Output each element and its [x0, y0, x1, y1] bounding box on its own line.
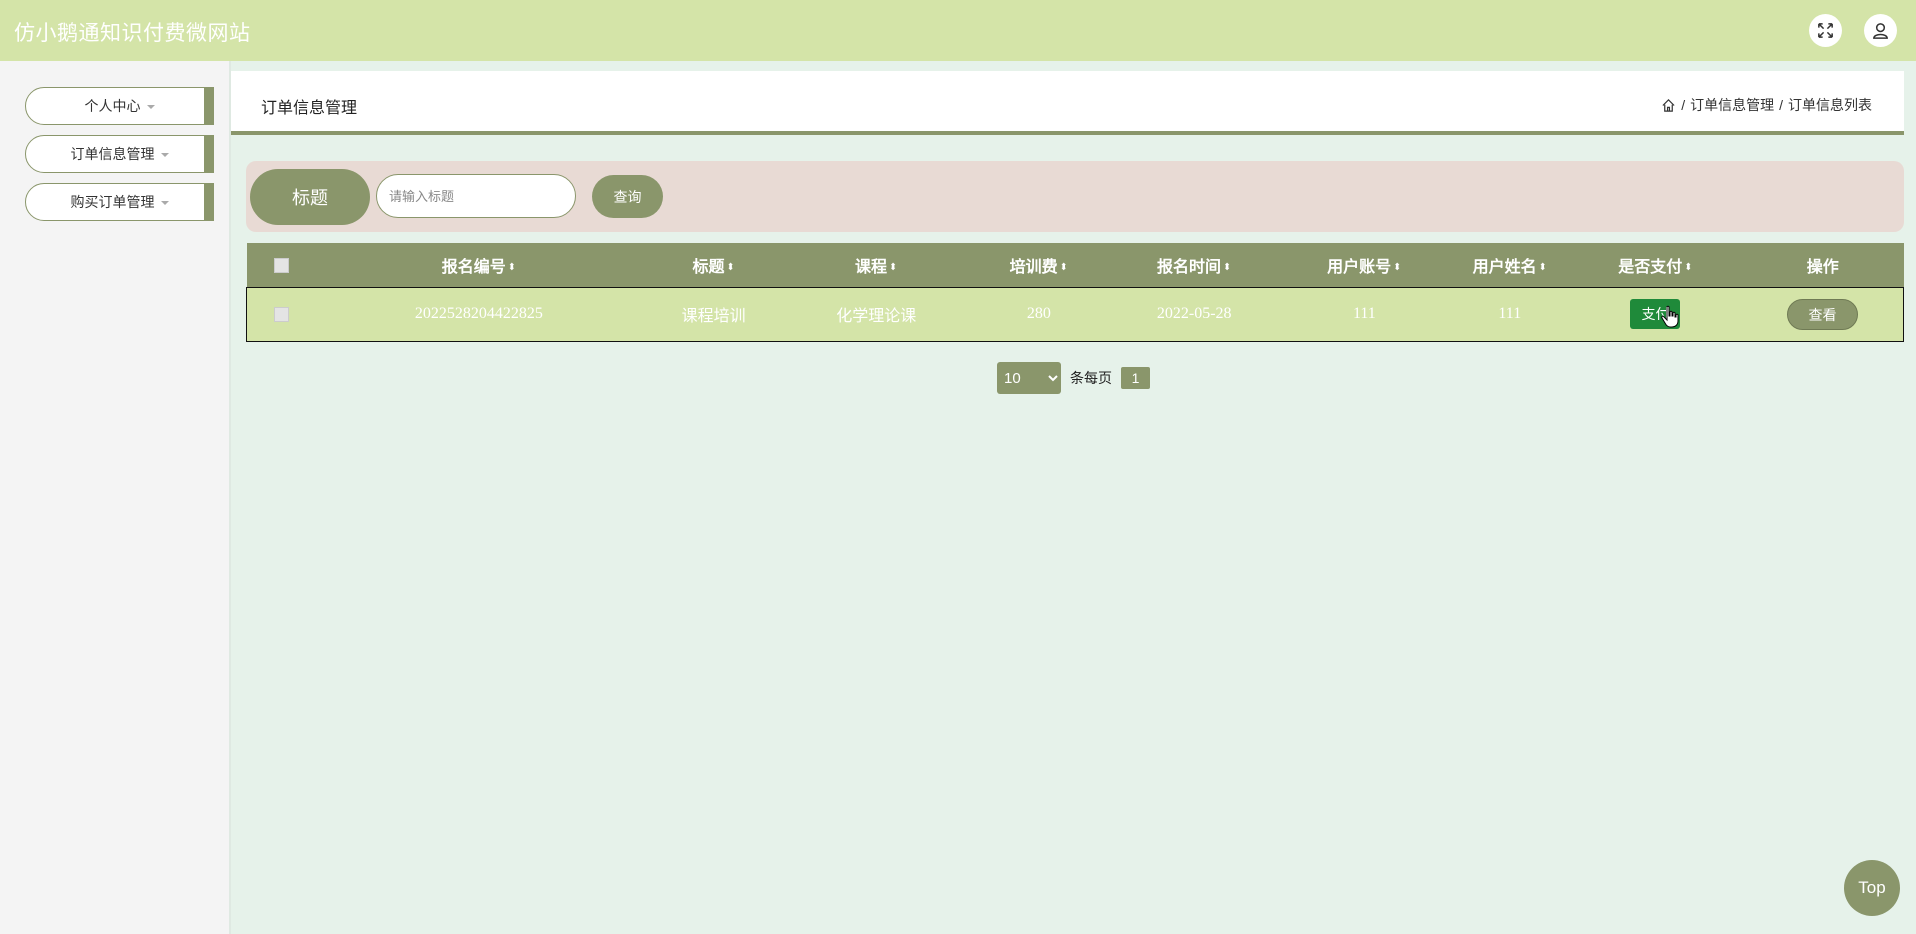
column-header[interactable]: 用户姓名 ⬍	[1451, 243, 1569, 287]
breadcrumb: / 订单信息管理 / 订单信息列表	[1661, 95, 1872, 115]
view-button[interactable]: 查看	[1786, 298, 1858, 330]
cell-date: 2022-05-28	[1110, 286, 1279, 342]
sidebar-item-label: 订单信息管理	[70, 146, 155, 162]
column-header-label: 用户账号	[1327, 258, 1392, 276]
hand-cursor-icon	[1661, 305, 1679, 328]
column-header-label: 是否支付	[1618, 258, 1683, 276]
page-title: 订单信息管理	[261, 100, 358, 117]
site-title: 仿小鹅通知识付费微网站	[14, 21, 251, 45]
column-header-label: 操作	[1806, 258, 1839, 276]
sidebar-item-order-info[interactable]: 订单信息管理	[25, 135, 214, 173]
user-icon[interactable]	[1864, 14, 1897, 47]
column-header-label: 培训费	[1009, 258, 1058, 276]
table-row: 2022528204422825 课程培训 化学理论课 280 2022-05-…	[245, 286, 1904, 342]
sidebar-item-accent-bar	[204, 183, 214, 221]
row-checkbox-cell	[245, 286, 316, 342]
sidebar-item-label: 购买订单管理	[70, 194, 155, 210]
row-checkbox[interactable]	[273, 306, 289, 322]
sort-icon[interactable]: ⬍	[1684, 263, 1692, 273]
search-panel: 标题 查询	[246, 161, 1904, 232]
select-all-checkbox[interactable]	[273, 257, 289, 273]
breadcrumb-separator: /	[1779, 97, 1783, 113]
page-number-current[interactable]: 1	[1121, 367, 1150, 389]
column-header[interactable]: 报名时间 ⬍	[1110, 243, 1278, 287]
search-input[interactable]	[376, 174, 576, 218]
cell-title: 课程培训	[642, 286, 786, 342]
breadcrumb-separator: /	[1681, 97, 1686, 113]
table-header-row: 报名编号 ⬍ 标题 ⬍ 课程 ⬍ 培训费 ⬍ 报名时间 ⬍ 用户账号 ⬍ 用户姓名 ⬍ 是否支…	[246, 243, 1904, 287]
sidebar-item-label: 个人中心	[84, 98, 141, 114]
column-header: 操作	[1742, 243, 1904, 287]
cell-course: 化学理论课	[785, 286, 968, 342]
caret-down-icon	[146, 105, 155, 109]
page-size-select[interactable]: 10	[997, 362, 1061, 394]
home-icon[interactable]	[1661, 98, 1676, 113]
sidebar-item-accent-bar	[204, 135, 214, 173]
sort-icon[interactable]: ⬍	[1223, 263, 1231, 273]
query-button[interactable]: 查询	[592, 175, 663, 218]
sidebar: 个人中心 订单信息管理 购买订单管理	[0, 61, 231, 934]
column-header-label: 标题	[692, 258, 725, 276]
top-bar: 仿小鹅通知识付费微网站	[0, 0, 1916, 61]
sort-icon[interactable]: ⬍	[508, 263, 516, 273]
column-header[interactable]: 是否支付 ⬍	[1569, 243, 1742, 287]
column-header[interactable]: 报名编号 ⬍	[316, 243, 643, 287]
column-header-label: 报名时间	[1157, 258, 1222, 276]
column-header-label: 用户姓名	[1472, 258, 1537, 276]
column-header[interactable]: 培训费 ⬍	[967, 243, 1110, 287]
page-header: 订单信息管理 / 订单信息管理 / 订单信息列表	[231, 71, 1904, 135]
data-table: 报名编号 ⬍ 标题 ⬍ 课程 ⬍ 培训费 ⬍ 报名时间 ⬍ 用户账号 ⬍ 用户姓名 ⬍ 是否支…	[245, 243, 1904, 342]
sidebar-item-accent-bar	[204, 87, 214, 125]
sort-icon[interactable]: ⬍	[1393, 263, 1401, 273]
sort-icon[interactable]: ⬍	[889, 263, 897, 273]
cell-id: 2022528204422825	[315, 286, 643, 342]
column-header-label: 课程	[855, 258, 888, 276]
caret-down-icon	[160, 201, 169, 205]
search-label: 标题	[250, 169, 370, 225]
sidebar-item-purchase-orders[interactable]: 购买订单管理	[25, 183, 214, 221]
breadcrumb-item[interactable]: 订单信息管理	[1690, 95, 1774, 115]
sidebar-item-personal-center[interactable]: 个人中心	[25, 87, 214, 125]
cell-action: 查看	[1741, 286, 1904, 342]
column-header-label: 报名编号	[441, 258, 506, 276]
cell-name: 111	[1450, 286, 1569, 342]
select-all-checkbox-cell	[247, 243, 316, 287]
cell-fee: 280	[967, 286, 1111, 342]
cell-pay: 支付	[1569, 286, 1742, 342]
pagination: 10 条每页 1	[997, 362, 1150, 394]
fullscreen-icon[interactable]	[1809, 14, 1842, 47]
column-header[interactable]: 课程 ⬍	[785, 243, 967, 287]
sort-icon[interactable]: ⬍	[726, 263, 734, 273]
cell-account: 111	[1278, 286, 1451, 342]
per-page-label: 条每页	[1070, 370, 1112, 386]
column-header[interactable]: 用户账号 ⬍	[1278, 243, 1450, 287]
back-to-top-button[interactable]: Top	[1844, 860, 1900, 916]
caret-down-icon	[160, 153, 169, 157]
sort-icon[interactable]: ⬍	[1060, 263, 1068, 273]
sort-icon[interactable]: ⬍	[1539, 263, 1547, 273]
breadcrumb-item-current: 订单信息列表	[1788, 97, 1872, 113]
column-header[interactable]: 标题 ⬍	[642, 243, 785, 287]
